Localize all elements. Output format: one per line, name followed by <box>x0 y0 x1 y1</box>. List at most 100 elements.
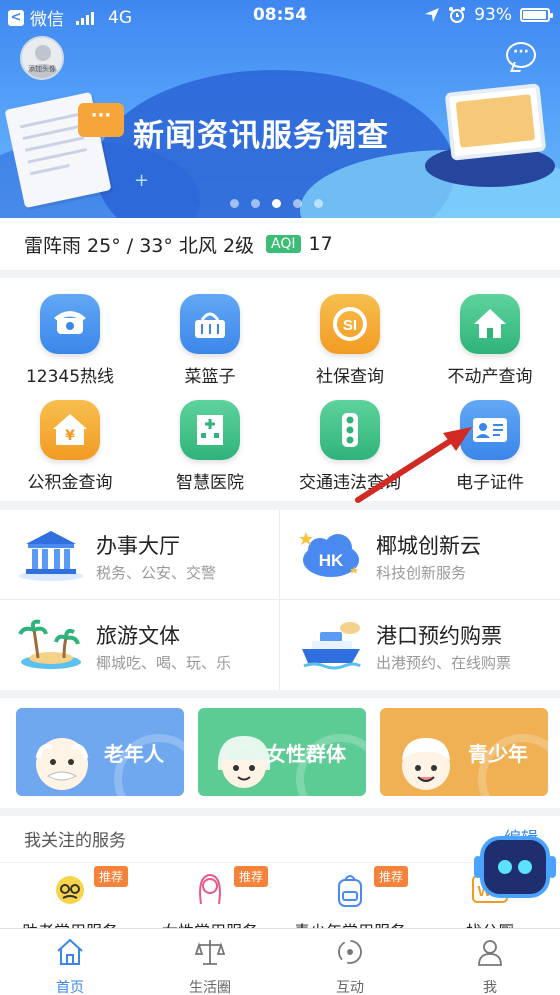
scale-icon <box>194 940 226 965</box>
service-innovation-cloud[interactable]: HK 椰城创新云 科技创新服务 <box>280 510 559 599</box>
tab-label: 我 <box>483 980 497 995</box>
social-security-icon: SI <box>320 294 380 354</box>
battery-percent: 93% <box>474 5 512 25</box>
tab-label: 首页 <box>56 980 84 995</box>
robot-ear <box>474 856 482 878</box>
grid-item-label: 菜篮子 <box>184 367 236 387</box>
grid-item-12345-hotline[interactable]: 12345热线 <box>0 294 140 387</box>
home-icon <box>57 938 83 965</box>
tab-me[interactable]: 我 <box>420 937 560 995</box>
weather-bar[interactable]: 雷阵雨 25° / 33° 北风 2级 AQI 17 <box>0 218 560 270</box>
aqi-badge: AQI <box>266 235 301 253</box>
group-label: 青少年 <box>468 742 528 766</box>
backpack-icon <box>338 875 362 907</box>
tab-label: 互动 <box>336 980 364 995</box>
group-cards: 老年人 女性群体 青少年 <box>0 698 560 808</box>
grid-item-housing-fund[interactable]: ¥ 公积金查询 <box>0 400 140 493</box>
recommend-badge: 推荐 <box>94 866 129 887</box>
elder-icon <box>56 876 84 904</box>
chat-bubble-illustration: ··· <box>78 103 124 137</box>
service-port-ticketing[interactable]: 港口预约购票 出港预约、在线购票 <box>280 600 559 689</box>
woman-icon <box>199 873 221 905</box>
grid-item-label: 不动产查询 <box>447 367 533 387</box>
plus-decoration: + <box>134 170 150 191</box>
service-government-hall[interactable]: 办事大厅 税务、公安、交警 <box>0 510 279 599</box>
grid-item-label: 智慧医院 <box>176 473 244 493</box>
carousel-dot[interactable] <box>230 199 239 208</box>
fund-house-icon: ¥ <box>40 400 100 460</box>
avatar-tag: 添加头像 <box>28 65 56 73</box>
service-tourism-culture[interactable]: 旅游文体 椰城吃、喝、玩、乐 <box>0 600 279 689</box>
basket-icon <box>180 294 240 354</box>
carousel-dots[interactable] <box>230 199 323 208</box>
grid-item-real-estate[interactable]: 不动产查询 <box>420 294 560 387</box>
grid-item-label: 社保查询 <box>316 367 384 387</box>
interaction-icon <box>338 940 362 964</box>
grid-item-label: 公积金查询 <box>27 473 113 493</box>
laptop-illustration <box>444 83 547 161</box>
tab-home[interactable]: 首页 <box>0 937 140 995</box>
service-subtitle: 税务、公安、交警 <box>96 564 217 582</box>
quick-service-grid: 12345热线 菜篮子 SI 社保查询 不动产查询 ¥ 公积金查询 智慧医院 交… <box>0 278 560 501</box>
group-card-elderly[interactable]: 老年人 <box>16 708 184 796</box>
robot-eye <box>498 860 512 874</box>
government-hall-icon <box>19 531 83 581</box>
status-bar: < 微信 4G 08:54 93% <box>0 0 560 32</box>
grid-item-label: 电子证件 <box>456 473 524 493</box>
message-icon[interactable]: ··· <box>506 42 536 68</box>
grid-item-traffic-violation[interactable]: 交通违法查询 <box>280 400 420 493</box>
service-subtitle: 椰城吃、喝、玩、乐 <box>96 654 232 672</box>
recommend-badge: 推荐 <box>374 866 409 887</box>
location-icon <box>425 8 440 22</box>
tab-life-circle[interactable]: 生活圈 <box>140 937 280 995</box>
palm-island-icon <box>18 619 81 669</box>
aqi-value: 17 <box>308 233 333 255</box>
carousel-dot[interactable] <box>314 199 323 208</box>
grid-item-electronic-id[interactable]: 电子证件 <box>420 400 560 493</box>
carousel-dot-active[interactable] <box>272 199 281 208</box>
id-card-icon <box>460 400 520 460</box>
user-icon <box>478 940 502 966</box>
service-panel: 办事大厅 税务、公安、交警 HK 椰城创新云 科技创新服务 旅游文体 椰城吃、喝… <box>0 510 560 690</box>
grid-item-vegetable-basket[interactable]: 菜篮子 <box>140 294 280 387</box>
grid-item-smart-hospital[interactable]: 智慧医院 <box>140 400 280 493</box>
svg-text:¥: ¥ <box>65 428 75 444</box>
house-icon <box>460 294 520 354</box>
service-title: 港口预约购票 <box>376 624 502 648</box>
tab-interaction[interactable]: 互动 <box>280 937 420 995</box>
avatar[interactable]: 添加头像 <box>20 36 64 80</box>
app-screen: < 微信 4G 08:54 93% 添加头像 ··· ··· 新闻资讯服务调查 … <box>0 0 560 995</box>
group-card-women[interactable]: 女性群体 <box>198 708 366 796</box>
hk-cloud-icon: HK <box>299 532 359 577</box>
robot-eye <box>518 860 532 874</box>
followed-item-label: 女性常用服务 <box>140 918 280 928</box>
grid-item-social-security[interactable]: SI 社保查询 <box>280 294 420 387</box>
followed-item-label: 青少年常用服务 <box>280 918 420 928</box>
ship-icon <box>302 622 361 670</box>
followed-item-label: 助老常用服务 <box>0 918 140 928</box>
followed-item-label: 找公厕 <box>420 918 560 928</box>
service-subtitle: 科技创新服务 <box>376 564 467 582</box>
bottom-tab-bar: 首页 生活圈 互动 我 <box>0 928 560 995</box>
traffic-light-icon <box>320 400 380 460</box>
recommend-badge: 推荐 <box>234 866 269 887</box>
alarm-icon <box>449 7 466 23</box>
section-title: 我关注的服务 <box>24 831 126 851</box>
robot-assistant-icon[interactable] <box>474 836 556 898</box>
carousel-dot[interactable] <box>293 199 302 208</box>
group-card-youth[interactable]: 青少年 <box>380 708 548 796</box>
svg-text:SI: SI <box>343 317 357 334</box>
phone-icon <box>40 294 100 354</box>
battery-icon <box>520 8 553 22</box>
top-banner[interactable]: < 微信 4G 08:54 93% 添加头像 ··· ··· 新闻资讯服务调查 … <box>0 0 560 218</box>
service-title: 旅游文体 <box>96 624 180 648</box>
grid-item-label: 交通违法查询 <box>299 473 401 493</box>
grid-item-label: 12345热线 <box>25 367 115 387</box>
weather-text: 雷阵雨 25° / 33° 北风 2级 <box>24 234 255 257</box>
service-title: 办事大厅 <box>96 534 180 558</box>
group-label: 老年人 <box>104 742 164 766</box>
banner-title: 新闻资讯服务调查 <box>133 118 389 154</box>
hospital-icon <box>180 400 240 460</box>
robot-ear <box>548 856 556 878</box>
carousel-dot[interactable] <box>251 199 260 208</box>
